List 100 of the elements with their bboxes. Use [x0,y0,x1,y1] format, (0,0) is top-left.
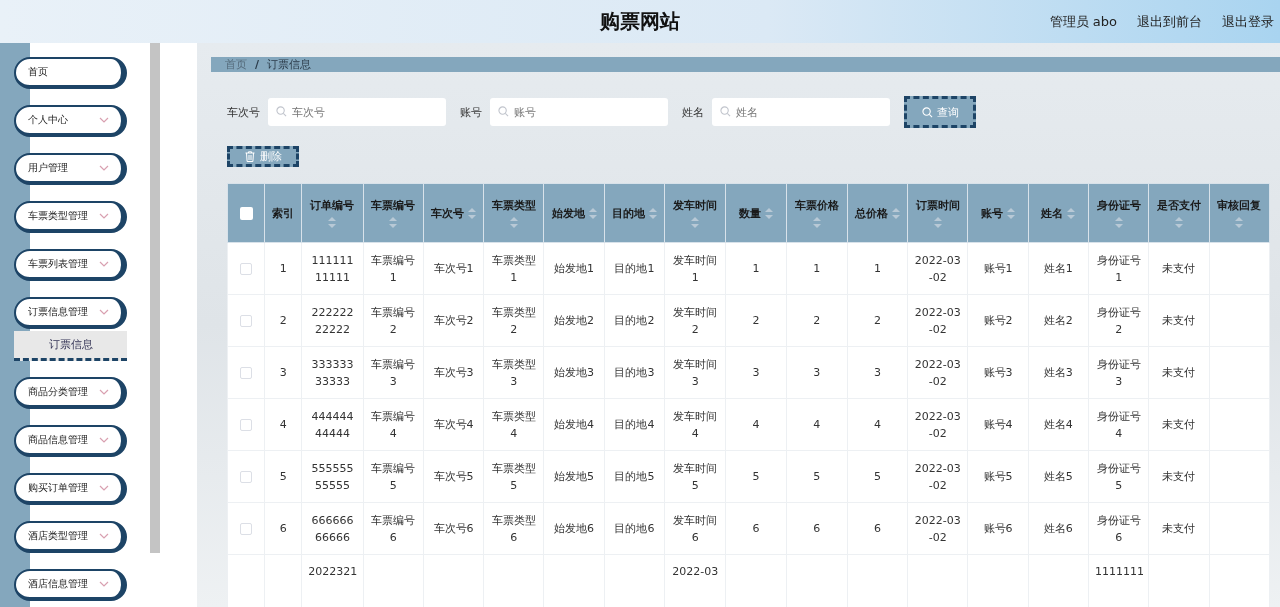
sidebar-menu-item[interactable]: 个人中心 [14,105,127,137]
search-label: 账号 [460,104,482,120]
column-header[interactable]: 身份证号 [1088,183,1149,243]
table-cell: 6 [847,502,908,555]
table-cell: 6 [725,502,787,555]
sidebar-menu-item[interactable]: 酒店类型管理 [14,521,127,553]
column-header[interactable]: 车票价格 [786,183,848,243]
sort-icon[interactable] [328,217,337,228]
sort-icon[interactable] [764,207,773,219]
sort-icon[interactable] [1067,207,1076,219]
table-cell: 5 [786,450,848,503]
table-cell: 4 [847,398,908,451]
table-cell: 姓名6 [1028,502,1089,555]
table-cell: 账号5 [967,450,1029,503]
column-header[interactable]: 数量 [725,183,787,243]
table-cell: 未支付 [1148,294,1210,347]
scrollbar[interactable] [150,43,160,553]
table-cell: 2 [847,294,908,347]
header-link[interactable]: 管理员 abo [1049,12,1117,31]
row-checkbox[interactable] [240,470,253,483]
sort-icon[interactable] [1174,217,1183,228]
table-cell: 未支付 [1148,242,1210,295]
search-field[interactable]: 姓名 [712,98,890,126]
search-field[interactable]: 车次号 [268,98,446,126]
sort-icon[interactable] [648,207,657,219]
table-cell: 账号2 [967,294,1029,347]
table-cell: 发车时间4 [664,398,726,451]
table-cell: 车票编号5 [363,450,424,503]
sidebar-menu-item[interactable]: 订票信息管理 [14,297,127,329]
header-link[interactable]: 退出到前台 [1137,12,1202,31]
sidebar-menu-item[interactable]: 车票类型管理 [14,201,127,233]
sort-icon[interactable] [389,217,398,228]
sort-icon[interactable] [468,207,477,219]
search-field[interactable]: 账号 [490,98,668,126]
table-cell: 车次号4 [423,398,484,451]
chevron-down-icon [99,389,109,395]
header-link[interactable]: 退出登录 [1222,12,1274,31]
table-cell: 始发地5 [543,450,605,503]
table-cell: 1 [725,242,787,295]
sidebar-menu-item[interactable]: 购买订单管理 [14,473,127,505]
table-cell: 发车时间6 [664,502,726,555]
table-cell: 5 [264,450,302,503]
table-cell: 2022321 [301,554,364,607]
table-cell: 身份证号2 [1088,294,1149,347]
column-header[interactable]: 审核回复 [1209,183,1270,243]
sidebar-menu-item[interactable]: 商品分类管理 [14,377,127,409]
table-cell: 1 [847,242,908,295]
column-header[interactable]: 总价格 [847,183,908,243]
column-header[interactable]: 车次号 [423,183,484,243]
row-checkbox[interactable] [240,314,253,327]
sort-icon[interactable] [1235,217,1244,228]
column-header[interactable]: 账号 [967,183,1029,243]
table-cell: 车票类型4 [483,398,544,451]
sort-icon[interactable] [933,217,942,228]
table-cell: 发车时间5 [664,450,726,503]
sidebar-menu-item[interactable]: 酒店信息管理 [14,569,127,601]
select-all-checkbox[interactable] [239,206,253,220]
row-checkbox[interactable] [240,418,253,431]
table-cell: 身份证号6 [1088,502,1149,555]
sort-icon[interactable] [812,217,821,228]
sort-icon[interactable] [588,207,597,219]
table-cell: 3 [264,346,302,399]
sidebar-menu-item[interactable]: 商品信息管理 [14,425,127,457]
sort-icon[interactable] [509,217,518,228]
column-header[interactable]: 订单编号 [301,183,364,243]
sidebar-submenu-item[interactable]: 订票信息 [14,331,127,361]
chevron-down-icon [99,261,109,267]
column-header[interactable]: 车票类型 [483,183,544,243]
column-header[interactable]: 目的地 [604,183,665,243]
table-cell: 身份证号5 [1088,450,1149,503]
column-header[interactable]: 是否支付 [1148,183,1210,243]
table-cell: 2022-03-02 [907,346,968,399]
column-header[interactable]: 始发地 [543,183,605,243]
table-cell: 车票编号2 [363,294,424,347]
table-cell: 姓名1 [1028,242,1089,295]
sidebar-menu-item[interactable]: 首页 [14,57,127,89]
column-header[interactable]: 姓名 [1028,183,1089,243]
sort-icon[interactable] [691,217,700,228]
table-cell: 2022-03-02 [907,502,968,555]
column-header[interactable]: 车票编号 [363,183,424,243]
table-cell: 姓名5 [1028,450,1089,503]
table-cell: 3 [786,346,848,399]
sidebar-menu-item[interactable]: 用户管理 [14,153,127,185]
chevron-down-icon [99,485,109,491]
column-header[interactable]: 发车时间 [664,183,726,243]
row-checkbox[interactable] [240,366,253,379]
table-cell: 目的地6 [604,502,665,555]
table-cell: 车次号5 [423,450,484,503]
table-cell: 账号3 [967,346,1029,399]
sidebar-menu-item[interactable]: 车票列表管理 [14,249,127,281]
row-checkbox[interactable] [240,522,253,535]
table-cell: 车次号2 [423,294,484,347]
sort-icon[interactable] [892,207,900,219]
table-cell: 发车时间1 [664,242,726,295]
search-label: 姓名 [682,104,704,120]
sort-icon[interactable] [1007,207,1016,219]
sort-icon[interactable] [1114,217,1123,228]
column-header[interactable]: 订票时间 [907,183,968,243]
row-checkbox[interactable] [240,262,253,275]
table-cell: 33333333333 [301,346,364,399]
